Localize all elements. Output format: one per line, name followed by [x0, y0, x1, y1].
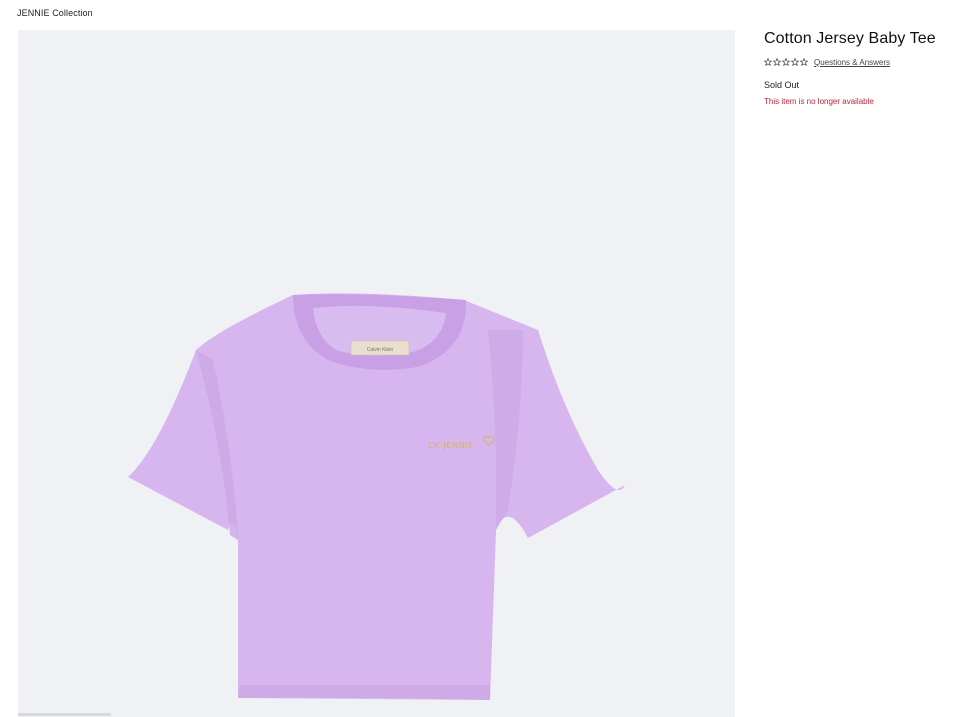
- breadcrumb-collection-link[interactable]: JENNIE Collection: [17, 8, 93, 18]
- rating-stars[interactable]: [764, 58, 808, 66]
- questions-answers-link[interactable]: Questions & Answers: [814, 58, 890, 67]
- product-title: Cotton Jersey Baby Tee: [764, 30, 936, 47]
- star-icon: [800, 58, 808, 66]
- svg-text:Calvin Klein: Calvin Klein: [367, 347, 394, 353]
- star-icon: [782, 58, 790, 66]
- tshirt-illustration: Calvin Klein CK JENNIE: [128, 293, 625, 700]
- image-scroll-indicator[interactable]: [18, 713, 111, 716]
- availability-message: This item is no longer available: [764, 97, 874, 106]
- stock-status: Sold Out: [764, 80, 800, 90]
- star-icon: [773, 58, 781, 66]
- star-icon: [764, 58, 772, 66]
- chest-logo: CK JENNIE: [428, 441, 474, 450]
- breadcrumb: JENNIE Collection: [17, 8, 93, 18]
- star-icon: [791, 58, 799, 66]
- product-image[interactable]: Calvin Klein CK JENNIE: [18, 30, 735, 717]
- product-info-panel: Cotton Jersey Baby Tee Questions & Answe…: [764, 30, 949, 106]
- rating-row: Questions & Answers: [764, 57, 949, 67]
